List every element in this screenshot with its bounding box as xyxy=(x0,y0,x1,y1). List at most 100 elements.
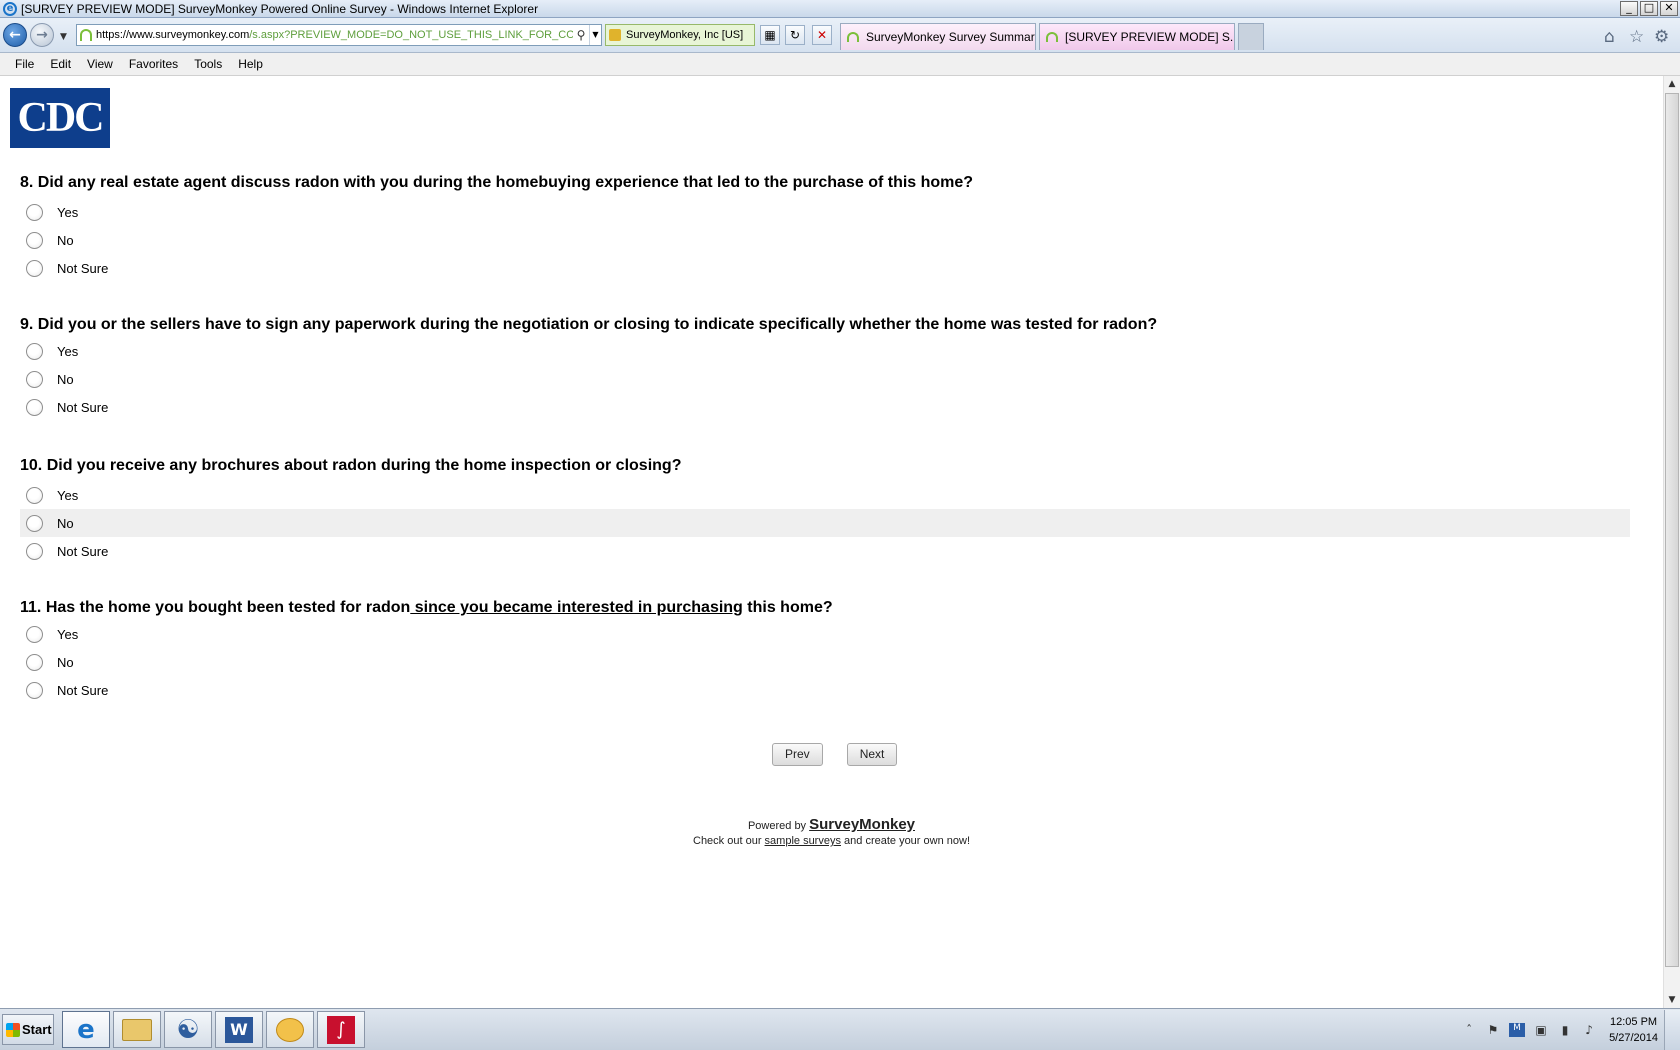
taskbar-word[interactable]: W xyxy=(215,1011,263,1048)
question-text: 9. Did you or the sellers have to sign a… xyxy=(20,313,1630,337)
acrobat-icon: ∫ xyxy=(327,1015,355,1044)
option-not-sure[interactable]: Not Sure xyxy=(20,537,1630,565)
option-no[interactable]: No xyxy=(20,648,1630,676)
question-label-end: this home? xyxy=(742,599,833,616)
sample-surveys-link[interactable]: sample surveys xyxy=(765,835,841,847)
compatibility-view-button[interactable]: ▦ xyxy=(760,25,780,45)
certificate-label: SurveyMonkey, Inc [US] xyxy=(626,29,744,41)
network-signal-icon[interactable]: ▮ xyxy=(1557,1023,1573,1037)
minimize-button[interactable]: _ xyxy=(1620,1,1638,16)
system-clock[interactable]: 12:05 PM 5/27/2014 xyxy=(1609,1014,1658,1046)
radio-button[interactable] xyxy=(26,486,43,504)
powered-by-text: Powered by xyxy=(747,820,807,832)
radio-button[interactable] xyxy=(26,398,43,416)
radio-button[interactable] xyxy=(26,681,43,699)
recent-pages-dropdown-icon[interactable]: ▼ xyxy=(60,32,67,42)
scrollbar-thumb[interactable] xyxy=(1665,93,1679,967)
show-hidden-icons-icon[interactable]: ˆ xyxy=(1461,1023,1477,1037)
option-label: Yes xyxy=(57,487,79,503)
start-button[interactable]: Start xyxy=(2,1014,54,1045)
internet-explorer-icon: e xyxy=(77,1014,95,1045)
address-dropdown-icon[interactable]: ▼ xyxy=(589,25,601,45)
tab-survey-summary[interactable]: SurveyMonkey Survey Summar... xyxy=(840,23,1036,50)
radio-button[interactable] xyxy=(26,231,43,249)
taskbar-acrobat[interactable]: ∫ xyxy=(317,1011,365,1048)
option-not-sure[interactable]: Not Sure xyxy=(20,393,1630,421)
close-window-button[interactable]: ✕ xyxy=(1660,1,1678,16)
menu-file[interactable]: File xyxy=(15,57,34,71)
menu-view[interactable]: View xyxy=(87,57,113,71)
cdc-logo: CDC xyxy=(10,88,110,148)
stop-button[interactable]: ✕ xyxy=(812,25,832,45)
system-tray: ˆ ⚑ M ▣ ▮ ♪ 12:05 PM 5/27/2014 xyxy=(1461,1009,1680,1050)
home-icon[interactable]: ⌂ xyxy=(1604,27,1615,47)
menu-tools[interactable]: Tools xyxy=(194,57,222,71)
scroll-down-arrow-icon[interactable]: ▼ xyxy=(1664,992,1680,1008)
surveymonkey-brand-link[interactable]: SurveyMonkey xyxy=(809,816,915,833)
footer-text-start: Check out our xyxy=(693,835,762,847)
menu-help[interactable]: Help xyxy=(238,57,263,71)
option-not-sure[interactable]: Not Sure xyxy=(20,676,1630,704)
device-icon[interactable]: ▣ xyxy=(1533,1023,1549,1037)
taskbar-internet-explorer[interactable]: e xyxy=(62,1011,110,1048)
question-10: 10. Did you receive any brochures about … xyxy=(20,454,1630,565)
refresh-button[interactable]: ↻ xyxy=(785,25,805,45)
radio-button[interactable] xyxy=(26,342,43,360)
security-certificate[interactable]: SurveyMonkey, Inc [US] xyxy=(605,24,755,46)
option-label: No xyxy=(57,232,74,248)
tab-survey-preview[interactable]: [SURVEY PREVIEW MODE] S... ✕ xyxy=(1039,23,1235,50)
footer-text-end: and create your own now! xyxy=(844,835,970,847)
address-bar[interactable]: https://www.surveymonkey.com/s.aspx?PREV… xyxy=(76,24,602,46)
radio-button[interactable] xyxy=(26,259,43,277)
navigation-bar: ← → ▼ https://www.surveymonkey.com/s.asp… xyxy=(0,18,1680,53)
restore-button[interactable]: □ xyxy=(1640,1,1658,16)
scroll-up-arrow-icon[interactable]: ▲ xyxy=(1664,76,1680,92)
settings-gear-icon[interactable]: ⚙ xyxy=(1654,27,1669,47)
word-icon: W xyxy=(225,1016,253,1043)
new-tab-button[interactable] xyxy=(1238,23,1264,50)
action-center-flag-icon[interactable]: ⚑ xyxy=(1485,1023,1501,1037)
windows-logo-icon xyxy=(6,1022,20,1037)
option-not-sure[interactable]: Not Sure xyxy=(20,254,1630,282)
back-button[interactable]: ← xyxy=(3,23,27,47)
tray-app-icon[interactable]: M xyxy=(1509,1023,1526,1037)
clock-time: 12:05 PM xyxy=(1609,1016,1658,1028)
survey-footer: Powered by SurveyMonkey Check out our sa… xyxy=(0,816,1663,847)
radio-button[interactable] xyxy=(26,653,43,671)
radio-button[interactable] xyxy=(26,370,43,388)
option-no[interactable]: No xyxy=(20,509,1630,537)
radio-button[interactable] xyxy=(26,514,43,532)
pagination-buttons: Prev Next xyxy=(772,743,898,766)
address-url[interactable]: https://www.surveymonkey.com/s.aspx?PREV… xyxy=(96,29,573,41)
option-yes[interactable]: Yes xyxy=(20,337,1630,365)
option-no[interactable]: No xyxy=(20,226,1630,254)
menu-favorites[interactable]: Favorites xyxy=(129,57,178,71)
surveymonkey-tab-icon xyxy=(847,32,859,42)
taskbar-globe-app[interactable]: ☯ xyxy=(164,1011,212,1048)
next-button[interactable]: Next xyxy=(846,743,898,766)
vertical-scrollbar[interactable]: ▲ ▼ xyxy=(1663,76,1680,1008)
search-icon[interactable]: ⚲ xyxy=(573,28,589,42)
file-explorer-icon xyxy=(122,1018,152,1041)
taskbar-outlook[interactable] xyxy=(266,1011,314,1048)
refresh-icon: ↻ xyxy=(789,28,801,42)
radio-button[interactable] xyxy=(26,203,43,221)
taskbar-file-explorer[interactable] xyxy=(113,1011,161,1048)
url-path: /s.aspx?PREVIEW_MODE=DO_NOT_USE_THIS_LIN… xyxy=(249,29,573,41)
show-desktop-button[interactable] xyxy=(1664,1010,1680,1050)
radio-button[interactable] xyxy=(26,625,43,643)
radio-button[interactable] xyxy=(26,542,43,560)
favorites-star-icon[interactable]: ☆ xyxy=(1629,27,1644,47)
volume-muted-icon[interactable]: ♪ xyxy=(1581,1023,1597,1037)
option-label: Yes xyxy=(57,626,79,642)
option-yes[interactable]: Yes xyxy=(20,620,1630,648)
windows-taskbar: Start e ☯ W ∫ ˆ ⚑ M ▣ ▮ ♪ 12:05 PM 5/27/… xyxy=(0,1008,1680,1050)
menu-edit[interactable]: Edit xyxy=(50,57,71,71)
option-yes[interactable]: Yes xyxy=(20,481,1630,509)
option-yes[interactable]: Yes xyxy=(20,198,1630,226)
option-no[interactable]: No xyxy=(20,365,1630,393)
prev-button[interactable]: Prev xyxy=(772,743,823,766)
outlook-icon xyxy=(276,1017,304,1042)
forward-button[interactable]: → xyxy=(30,23,54,47)
surveymonkey-favicon-icon xyxy=(80,29,92,41)
